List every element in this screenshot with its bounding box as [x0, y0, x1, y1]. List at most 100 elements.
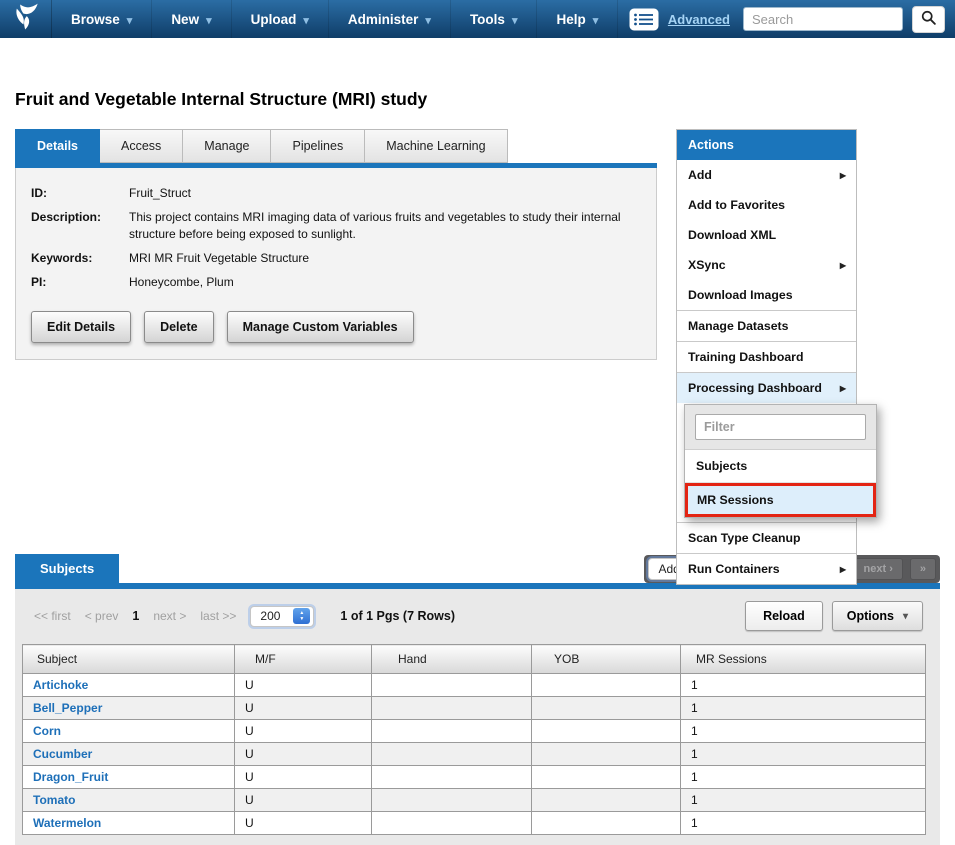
tab-subjects-listing[interactable]: Subjects [15, 554, 119, 583]
top-navbar: Browse ▾ New ▾ Upload ▾ Administer ▾ Too… [0, 0, 955, 38]
action-label: Download Images [688, 288, 793, 302]
action-add-to-favorites[interactable]: Add to Favorites [677, 190, 856, 220]
cell-hand [372, 674, 532, 697]
column-header-mr-sessions[interactable]: MR Sessions [681, 645, 926, 674]
action-label: Add [688, 168, 712, 182]
submenu-item-mr-sessions[interactable]: MR Sessions [685, 483, 876, 517]
nav-menu-label: Tools [470, 12, 505, 27]
subjects-widget: Subjects Add Tab ▲▼ « ‹ prev next › » <<… [15, 554, 940, 845]
field-label: ID: [31, 185, 129, 202]
field-pi: PI: Honeycombe, Plum [31, 274, 641, 291]
pagination-next-link[interactable]: next > [153, 609, 186, 623]
cell-mr-sessions: 1 [681, 720, 926, 743]
table-row: Watermelon U 1 [23, 812, 926, 835]
column-header-yob[interactable]: YOB [532, 645, 681, 674]
field-value: Fruit_Struct [129, 185, 191, 202]
filter-input[interactable] [695, 414, 866, 440]
table-row: Artichoke U 1 [23, 674, 926, 697]
cell-mr-sessions: 1 [681, 743, 926, 766]
cell-yob [532, 789, 681, 812]
actions-panel: Actions Add ▶ Add to Favorites Download … [676, 129, 857, 585]
column-header-hand[interactable]: Hand [372, 645, 532, 674]
subject-link[interactable]: Corn [33, 724, 61, 738]
action-label: Scan Type Cleanup [688, 531, 801, 545]
search-input[interactable] [743, 7, 903, 31]
action-xsync[interactable]: XSync ▶ [677, 250, 856, 280]
tab-nav-last-button[interactable]: » [910, 558, 936, 580]
action-scan-type-cleanup[interactable]: Scan Type Cleanup [677, 522, 856, 553]
delete-button[interactable]: Delete [144, 311, 214, 343]
pagination-prev-link[interactable]: < prev [85, 609, 119, 623]
project-tabs: Details Access Manage Pipelines Machine … [15, 129, 657, 163]
processing-dashboard-submenu: Subjects MR Sessions [684, 404, 877, 518]
field-label: PI: [31, 274, 129, 291]
chevron-down-icon: ▾ [425, 14, 431, 27]
action-download-xml[interactable]: Download XML [677, 220, 856, 250]
tab-machine-learning[interactable]: Machine Learning [364, 129, 507, 163]
xnat-logo[interactable] [0, 0, 52, 38]
page-size-value: 200 [260, 609, 280, 623]
column-header-mf[interactable]: M/F [235, 645, 372, 674]
nav-menu-label: Administer [348, 12, 419, 27]
table-row: Cucumber U 1 [23, 743, 926, 766]
reload-button[interactable]: Reload [745, 601, 823, 631]
tab-pipelines[interactable]: Pipelines [270, 129, 365, 163]
cell-mf: U [235, 697, 372, 720]
advanced-search-link[interactable]: Advanced [668, 12, 730, 27]
field-keywords: Keywords: MRI MR Fruit Vegetable Structu… [31, 250, 641, 267]
search-button[interactable] [912, 6, 945, 33]
field-value: Honeycombe, Plum [129, 274, 234, 291]
table-row: Dragon_Fruit U 1 [23, 766, 926, 789]
options-button[interactable]: Options ▾ [832, 601, 923, 631]
action-training-dashboard[interactable]: Training Dashboard [677, 341, 856, 372]
nav-menu-help[interactable]: Help ▾ [537, 0, 618, 38]
nav-menu-new[interactable]: New ▾ [152, 0, 231, 38]
action-processing-dashboard[interactable]: Processing Dashboard ▶ [677, 372, 856, 403]
action-label: XSync [688, 258, 726, 272]
cell-hand [372, 720, 532, 743]
action-label: Download XML [688, 228, 776, 242]
subject-link[interactable]: Tomato [33, 793, 75, 807]
pagination-current-page: 1 [132, 609, 139, 623]
select-stepper-icon: ▲▼ [293, 608, 310, 624]
subject-link[interactable]: Watermelon [33, 816, 101, 830]
cell-mr-sessions: 1 [681, 697, 926, 720]
tab-nav-next-button[interactable]: next › [854, 558, 903, 580]
action-run-containers[interactable]: Run Containers ▶ [677, 553, 856, 584]
nav-menu-upload[interactable]: Upload ▾ [232, 0, 329, 38]
cell-mr-sessions: 1 [681, 674, 926, 697]
submenu-filter-area [685, 405, 876, 450]
subject-link[interactable]: Bell_Pepper [33, 701, 102, 715]
search-icon [920, 9, 937, 29]
action-label: Run Containers [688, 562, 780, 576]
advanced-search-list-icon[interactable] [629, 8, 659, 31]
tab-access[interactable]: Access [99, 129, 183, 163]
cell-mf: U [235, 812, 372, 835]
tab-manage[interactable]: Manage [182, 129, 271, 163]
subject-link[interactable]: Cucumber [33, 747, 92, 761]
manage-custom-variables-button[interactable]: Manage Custom Variables [227, 311, 414, 343]
submenu-item-subjects[interactable]: Subjects [685, 450, 876, 483]
column-header-subject[interactable]: Subject [23, 645, 235, 674]
cell-mf: U [235, 766, 372, 789]
action-label: Training Dashboard [688, 350, 803, 364]
pagination-first-link[interactable]: << first [34, 609, 71, 623]
page-size-select[interactable]: 200 ▲▼ [250, 606, 314, 627]
action-manage-datasets[interactable]: Manage Datasets [677, 310, 856, 341]
action-label: Add to Favorites [688, 198, 785, 212]
grid-panel: << first < prev 1 next > last >> 200 ▲▼ … [15, 589, 940, 845]
action-download-images[interactable]: Download Images [677, 280, 856, 310]
nav-menu-browse[interactable]: Browse ▾ [52, 0, 152, 38]
actions-panel-header: Actions [677, 130, 856, 160]
action-label: Manage Datasets [688, 319, 788, 333]
subject-link[interactable]: Dragon_Fruit [33, 770, 108, 784]
cell-mf: U [235, 789, 372, 812]
edit-details-button[interactable]: Edit Details [31, 311, 131, 343]
subject-link[interactable]: Artichoke [33, 678, 88, 692]
action-add[interactable]: Add ▶ [677, 160, 856, 190]
cell-mr-sessions: 1 [681, 812, 926, 835]
tab-details[interactable]: Details [15, 129, 100, 163]
pagination-last-link[interactable]: last >> [200, 609, 236, 623]
nav-menu-administer[interactable]: Administer ▾ [329, 0, 451, 38]
nav-menu-tools[interactable]: Tools ▾ [451, 0, 538, 38]
